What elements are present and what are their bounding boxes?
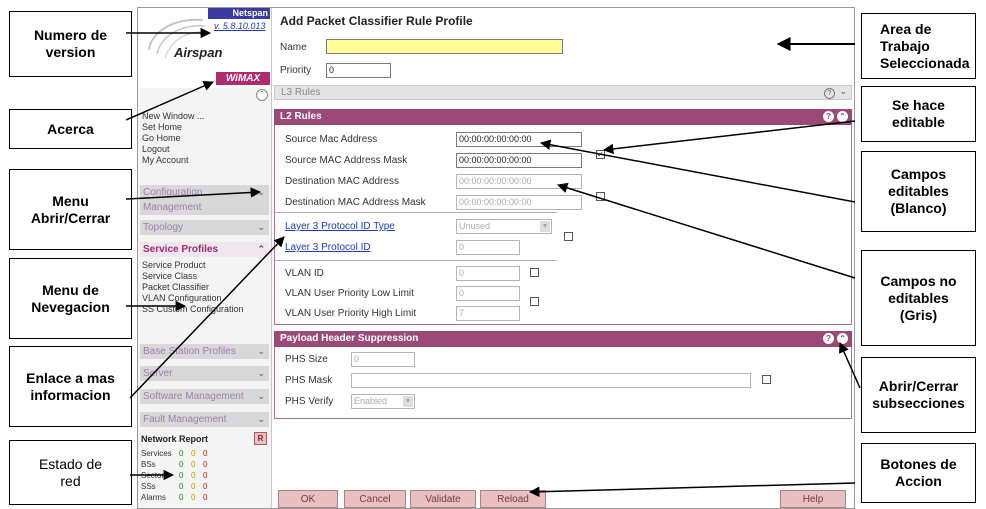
callout-arrows (125, 27, 861, 497)
